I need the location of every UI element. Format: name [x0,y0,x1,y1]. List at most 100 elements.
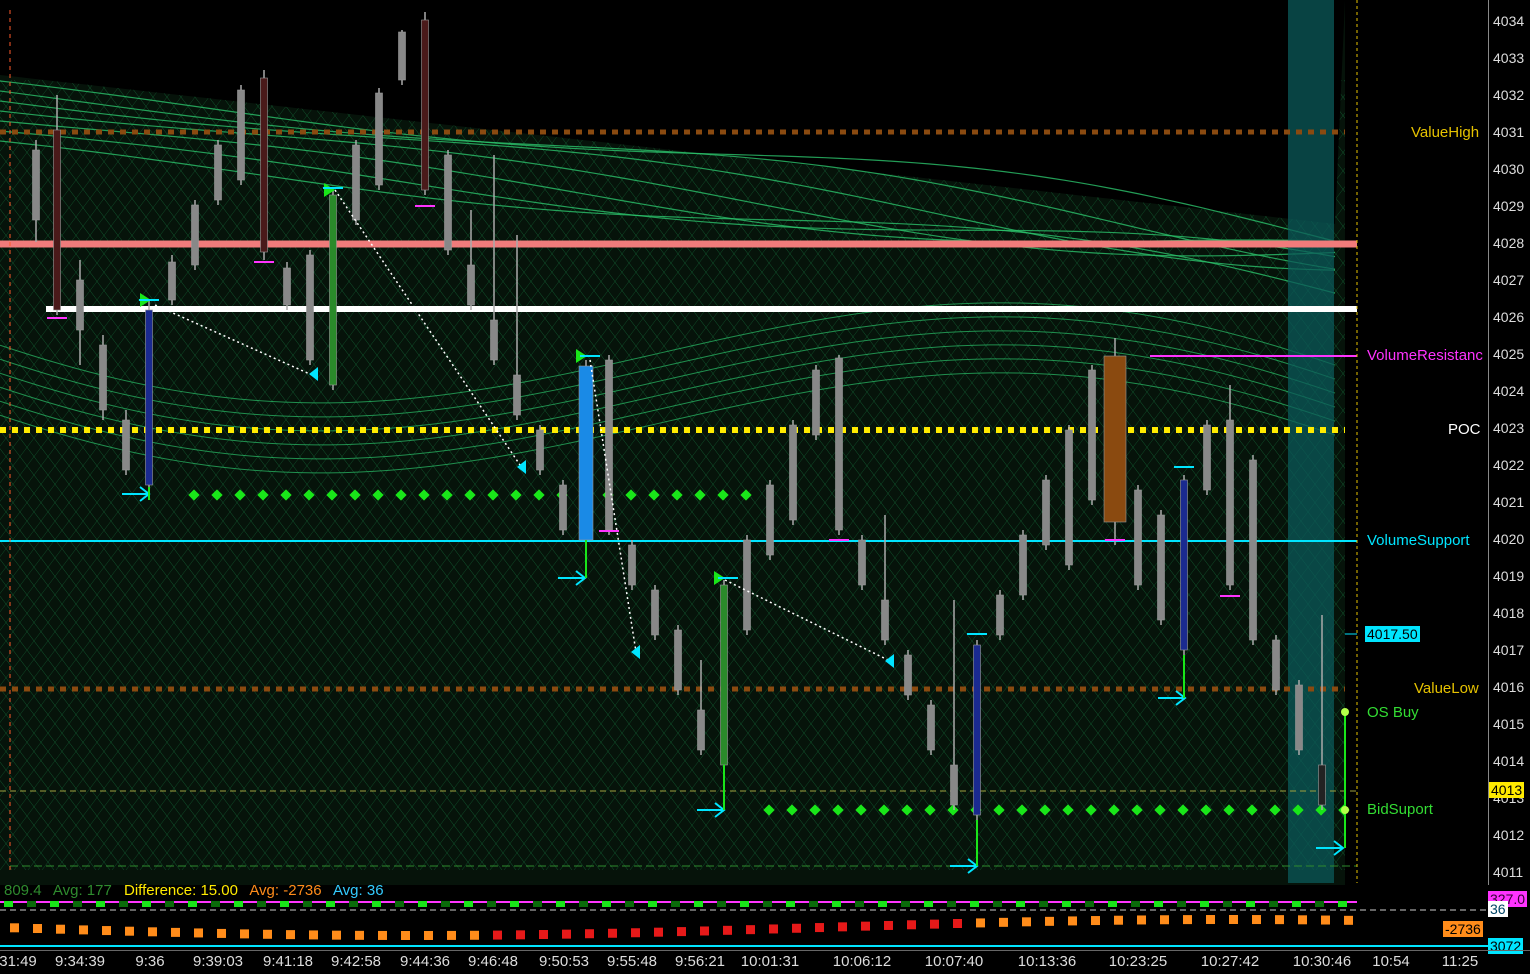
candle-body [329,194,337,386]
indicator-bar-green [211,901,220,907]
candle-body [467,264,475,306]
indicator-bar-orange [125,926,134,936]
indicator-bar-green [786,901,795,907]
indicator-bar-orange [424,930,433,940]
last-price-label: 4017.50 [1365,626,1420,642]
candle-body [99,344,107,411]
indicator-bar-green [73,901,82,907]
indicator-bar-green [556,901,565,907]
candle-body [651,589,659,636]
indicator-bar-orange [930,919,939,929]
candle-body [421,19,429,191]
candle-body [237,89,245,181]
indicator-avg-a: Avg: 177 [52,882,112,899]
candle-body [32,149,40,221]
candle-body [996,594,1004,636]
indicator-bar-orange [516,930,525,940]
time-tick: 10:06:12 [832,953,892,970]
indicator-bar-green [717,901,726,907]
indicator-bar-orange [447,930,456,940]
time-tick: 9:50:53 [538,953,590,970]
indicator-avg-b: Avg: -2736 [249,882,322,899]
indicator-bar-green [855,901,864,907]
price-tick: 4021 [1493,494,1525,510]
price-chart[interactable]: 4017.50 ValueHigh VolumeResistanc POC Vo… [0,0,1488,885]
candle-body [1134,489,1142,586]
indicator-bar-orange [700,926,709,936]
indicator-bar-orange [217,928,226,938]
indicator-bar-green [234,901,243,907]
indicator-panel [0,901,1488,947]
indicator-bar-orange [1298,915,1307,925]
indicator-bar-green [1154,901,1163,907]
bid-support-label: BidSuport [1367,801,1433,818]
indicator-bar-green [947,901,956,907]
indicator-mid-box: 36 [1488,901,1508,917]
indicator-bar-orange [562,929,571,939]
indicator-orange-box: -2736 [1443,921,1483,937]
time-tick: 9:56:21 [674,953,726,970]
indicator-bar-orange [861,921,870,931]
indicator-bar-orange [1022,917,1031,927]
price-tick: 4019 [1493,568,1525,584]
indicator-bar-green [901,901,910,907]
price-tick: 4033 [1493,50,1525,66]
time-tick: 9:42:58 [330,953,382,970]
candle-body [375,92,383,186]
os-buy-dot [1341,708,1349,716]
time-tick: 10:13:36 [1017,953,1077,970]
indicator-bar-green [602,901,611,907]
price-tick: 4032 [1493,87,1525,103]
candle-body [76,279,84,331]
time-tick: 31:49 [0,953,37,970]
candle-body [191,204,199,266]
time-tick: 10:07:40 [924,953,984,970]
indicator-bar-green [395,901,404,907]
indicator-bar-green [1085,901,1094,907]
indicator-bar-green [418,901,427,907]
indicator-bar-orange [953,918,962,928]
price-tick: 4024 [1493,383,1525,399]
indicator-bar-orange [378,930,387,940]
indicator-bar-green [809,901,818,907]
indicator-bar-orange [884,920,893,930]
time-tick: 9:39:03 [192,953,244,970]
indicator-bar-orange [1091,916,1100,926]
poc-label: POC [1448,421,1481,438]
candle-body [536,429,544,471]
bid-support-dot [1341,806,1349,814]
time-axis[interactable]: 31:49 9:34:39 9:36 9:39:03 9:41:18 9:42:58 9:4… [0,950,1530,974]
indicator-value: 809.4 [4,882,42,899]
indicator-bar-orange [1183,915,1192,925]
indicator-bar-green [1269,901,1278,907]
candle-body [605,359,613,531]
price-tick: 4026 [1493,309,1525,325]
indicator-bar-green [142,901,151,907]
candle-body [743,539,751,631]
candle-body [1226,419,1234,586]
time-tick: 10:23:25 [1108,953,1168,970]
time-tick: 9:36 [135,953,165,970]
candle-body [1180,479,1188,651]
candle-body [398,31,406,81]
indicator-bar-green [464,901,473,907]
indicator-bar-green [96,901,105,907]
indicator-bar-green [694,901,703,907]
value-high-label: ValueHigh [1411,124,1480,141]
indicator-bar-orange [677,927,686,937]
indicator-readout: 809.4 Avg: 177 Difference: 15.00 Avg: -2… [0,882,1488,902]
price-axis[interactable]: 4034 4033 4032 4031 4030 4029 4028 4027 4026 4025… [1488,0,1530,885]
candle-body [720,584,728,766]
candle-body [858,539,866,586]
indicator-bar-green [349,901,358,907]
candle-body [1203,424,1211,491]
time-tick: 9:34:39 [54,953,106,970]
candle-body [927,704,935,751]
indicator-bar-orange [1252,915,1261,925]
price-tick: 4023 [1493,420,1525,436]
indicator-bar-green [924,901,933,907]
indicator-bar-green [303,901,312,907]
indicator-bar-green [1016,901,1025,907]
indicator-bar-orange [1160,915,1169,925]
candle-body [1019,534,1027,596]
